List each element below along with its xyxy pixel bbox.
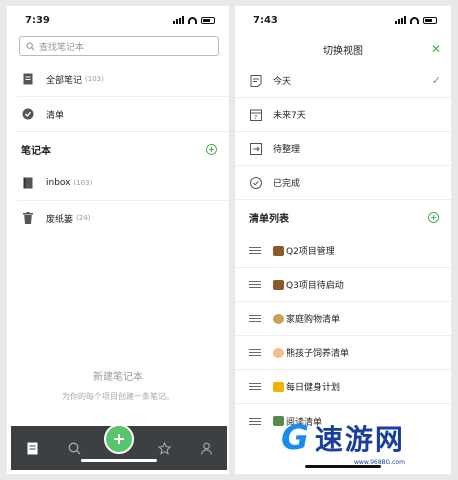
- list-icon: [249, 417, 261, 425]
- empty-title: 新建笔记本: [93, 372, 143, 383]
- calendar-icon: 7: [250, 109, 262, 121]
- new-note-button[interactable]: [104, 424, 134, 454]
- list-item-label: 熊孩子饲养清单: [286, 349, 350, 359]
- status-bar: 7:39: [7, 6, 229, 34]
- list-icon: [249, 247, 261, 254]
- notebooks-screen: 7:39 查找笔记本 全部笔记 (103) 清单 笔记本 inbox (103)…: [7, 6, 229, 474]
- notebooks-section-title: 笔记本: [21, 145, 51, 157]
- notes-icon: [21, 72, 35, 86]
- notes-tab-icon: [27, 442, 37, 454]
- page-title: 切换视图: [323, 45, 363, 57]
- home-indicator: [81, 459, 157, 462]
- all-notes-item[interactable]: 全部笔记 (103): [7, 62, 229, 96]
- list-icon: [249, 383, 261, 390]
- watermark-logo-icon: G: [281, 418, 309, 458]
- briefcase-emoji-icon: [273, 279, 284, 290]
- watermark-text: 速游网: [314, 423, 405, 456]
- signal-icon: [395, 16, 406, 24]
- selected-check-icon: ✓: [431, 74, 441, 87]
- inbox-icon: [250, 142, 262, 155]
- briefcase-emoji-icon: [273, 245, 284, 256]
- svg-text:7: 7: [254, 115, 257, 121]
- tab-notes[interactable]: [20, 436, 44, 460]
- search-tab-icon: [68, 442, 80, 454]
- status-time: 7:39: [25, 14, 50, 26]
- status-time: 7:43: [253, 14, 278, 26]
- list-item-label: Q2项目管理: [286, 247, 335, 257]
- view-to-organize-label: 待整理: [273, 145, 301, 155]
- notebook-icon: [21, 176, 35, 190]
- money-bag-emoji-icon: [273, 313, 284, 324]
- battery-icon: [201, 16, 215, 24]
- trash-icon: [21, 211, 35, 225]
- notebook-inbox[interactable]: inbox (103): [7, 166, 229, 200]
- list-item[interactable]: 每日健身计划: [235, 370, 451, 404]
- watermark: G 速游网 www.968BG.com: [281, 418, 405, 466]
- checklist-label: 清单: [46, 110, 65, 121]
- search-placeholder: 查找笔记本: [39, 42, 85, 53]
- add-list-icon[interactable]: [428, 211, 439, 223]
- baby-emoji-icon: [273, 347, 284, 358]
- list-item-label: 家庭购物清单: [286, 315, 341, 325]
- search-icon: [26, 41, 35, 50]
- battery-icon: [423, 16, 437, 24]
- list-item[interactable]: 熊孩子饲养清单: [235, 336, 451, 370]
- notebook-trash-count: (24): [76, 214, 91, 222]
- notebook-inbox-count: (103): [73, 179, 93, 187]
- all-notes-label: 全部笔记: [46, 75, 83, 86]
- lists-section-title: 清单列表: [249, 213, 289, 225]
- list-icon: [249, 315, 261, 322]
- notebooks-section-header: 笔记本: [7, 132, 229, 166]
- view-to-organize[interactable]: 待整理: [235, 132, 451, 166]
- view-completed[interactable]: 已完成: [235, 166, 451, 200]
- switch-view-header: 切换视图 ✕: [235, 34, 451, 64]
- switch-view-screen: 7:43 切换视图 ✕ 今天 ✓ 7 未来7天 待整理 已完成 清单列表 Q2项…: [235, 6, 451, 474]
- list-icon: [249, 349, 261, 356]
- muscle-emoji-icon: [273, 381, 284, 392]
- empty-state: 新建笔记本 为你的每个项目创建一条笔记。: [7, 368, 229, 402]
- plus-icon: [114, 434, 124, 444]
- add-notebook-icon[interactable]: [206, 143, 217, 155]
- tab-profile[interactable]: [194, 436, 218, 460]
- list-item[interactable]: 家庭购物清单: [235, 302, 451, 336]
- star-icon: [157, 441, 171, 455]
- empty-description: 为你的每个项目创建一条笔记。: [62, 392, 174, 401]
- wifi-icon: [410, 16, 419, 24]
- list-item-label: Q3项目待启动: [286, 281, 344, 291]
- all-notes-count: (103): [85, 75, 104, 83]
- lists-section-header: 清单列表: [235, 200, 451, 234]
- status-bar: 7:43: [235, 6, 451, 34]
- checklist-item[interactable]: 清单: [7, 97, 229, 131]
- list-item[interactable]: Q3项目待启动: [235, 268, 451, 302]
- tab-favorites[interactable]: [152, 436, 176, 460]
- view-today[interactable]: 今天 ✓: [235, 64, 451, 98]
- home-indicator: [305, 465, 381, 468]
- signal-icon: [173, 16, 184, 24]
- list-item[interactable]: Q2项目管理: [235, 234, 451, 268]
- view-next-7-days[interactable]: 7 未来7天: [235, 98, 451, 132]
- notebook-trash-label: 废纸篓: [46, 214, 74, 225]
- list-icon: [249, 281, 261, 288]
- today-icon: [250, 74, 262, 87]
- view-next-7-days-label: 未来7天: [273, 111, 306, 121]
- wifi-icon: [188, 16, 197, 24]
- close-icon[interactable]: ✕: [431, 42, 441, 56]
- list-item-label: 每日健身计划: [286, 383, 341, 393]
- view-completed-label: 已完成: [273, 179, 301, 189]
- tab-bar: [11, 424, 227, 470]
- notebook-inbox-label: inbox: [46, 178, 71, 188]
- tab-search[interactable]: [62, 436, 86, 460]
- check-circle-icon: [250, 176, 262, 189]
- profile-icon: [200, 442, 212, 455]
- search-input[interactable]: 查找笔记本: [19, 36, 219, 56]
- checklist-icon: [21, 107, 35, 121]
- notebook-trash[interactable]: 废纸篓 (24): [7, 201, 229, 235]
- view-today-label: 今天: [273, 77, 292, 87]
